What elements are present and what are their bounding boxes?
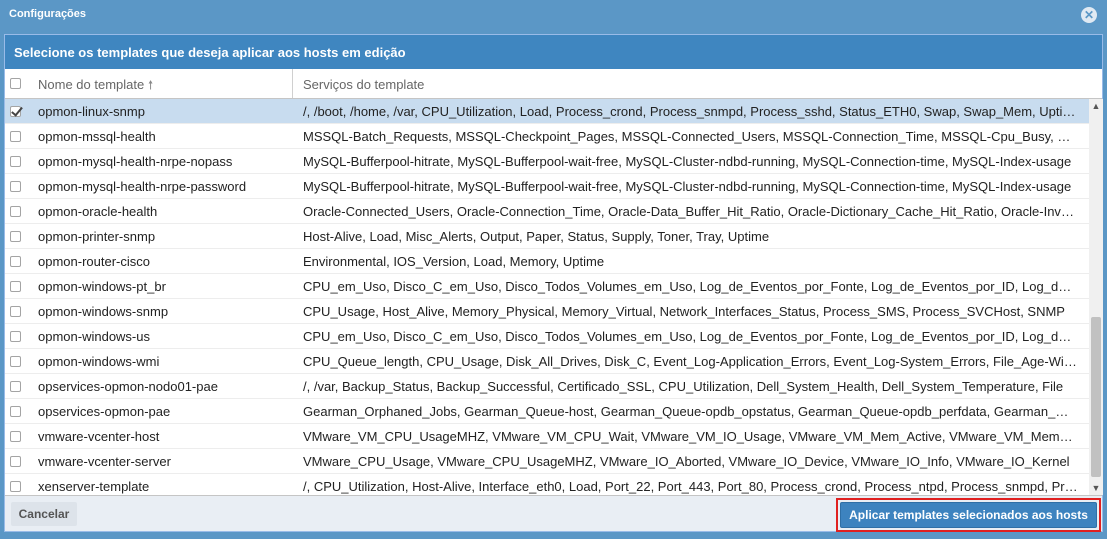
template-name: vmware-vcenter-host (38, 429, 160, 444)
row-checkbox[interactable] (10, 206, 21, 217)
template-name: opmon-windows-pt_br (38, 279, 166, 294)
settings-window: Configurações ✕ Selecione os templates q… (0, 0, 1107, 539)
window-titlebar: Configurações ✕ (0, 0, 1107, 30)
template-services: CPU_Queue_length, CPU_Usage, Disk_All_Dr… (303, 354, 1078, 369)
row-checkbox[interactable] (10, 456, 21, 467)
template-services: CPU_em_Uso, Disco_C_em_Uso, Disco_Todos_… (303, 329, 1078, 344)
template-name: opmon-router-cisco (38, 254, 150, 269)
template-name: opmon-linux-snmp (38, 104, 145, 119)
row-checkbox[interactable] (10, 106, 21, 117)
template-services: Oracle-Connected_Users, Oracle-Connectio… (303, 204, 1078, 219)
template-name: opservices-opmon-pae (38, 404, 171, 419)
table-row[interactable]: opmon-windows-us CPU_em_Uso, Disco_C_em_U… (5, 324, 1089, 349)
table-row[interactable]: opmon-mssql-health MSSQL-Batch_Requests, … (5, 124, 1089, 149)
template-services: MySQL-Bufferpool-hitrate, MySQL-Bufferpo… (303, 179, 1072, 194)
row-checkbox[interactable] (10, 406, 21, 417)
template-name: vmware-vcenter-server (38, 454, 171, 469)
dialog-footer: Cancelar Aplicar templates selecionados … (5, 495, 1102, 532)
template-name: opmon-oracle-health (38, 204, 158, 219)
template-name: xenserver-template (38, 479, 150, 494)
row-checkbox[interactable] (10, 331, 21, 342)
template-services: /, /var, Backup_Status, Backup_Successfu… (303, 379, 1064, 394)
template-services: Gearman_Orphaned_Jobs, Gearman_Queue-hos… (303, 404, 1078, 419)
template-name: opmon-windows-snmp (38, 304, 169, 319)
vertical-scrollbar[interactable]: ▲ ▼ (1089, 99, 1103, 495)
template-services: MySQL-Bufferpool-hitrate, MySQL-Bufferpo… (303, 154, 1072, 169)
apply-templates-button[interactable]: Aplicar templates selecionados aos hosts (840, 502, 1097, 528)
table-row[interactable]: opmon-mysql-health-nrpe-password MySQL-Bu… (5, 174, 1089, 199)
close-icon[interactable]: ✕ (1081, 7, 1097, 23)
table-row[interactable]: opmon-windows-pt_br CPU_em_Uso, Disco_C_e… (5, 274, 1089, 299)
table-row[interactable]: opservices-opmon-pae Gearman_Orphaned_Job… (5, 399, 1089, 424)
table-row[interactable]: opmon-windows-wmi CPU_Queue_length, CPU_U… (5, 349, 1089, 374)
scroll-up-icon[interactable]: ▲ (1089, 99, 1103, 113)
template-services: CPU_Usage, Host_Alive, Memory_Physical, … (303, 304, 1065, 319)
row-checkbox[interactable] (10, 381, 21, 392)
column-header-name[interactable]: Nome do template (38, 77, 144, 92)
template-services: VMware_VM_CPU_UsageMHZ, VMware_VM_CPU_Wa… (303, 429, 1078, 444)
panel-header: Selecione os templates que deseja aplica… (5, 35, 1102, 69)
panel-header-text: Selecione os templates que deseja aplica… (14, 45, 406, 60)
table-row[interactable]: opmon-oracle-health Oracle-Connected_User… (5, 199, 1089, 224)
template-services: /, /boot, /home, /var, CPU_Utilization, … (303, 104, 1078, 119)
row-checkbox[interactable] (10, 281, 21, 292)
template-name: opmon-windows-us (38, 329, 150, 344)
window-title: Configurações (9, 8, 87, 20)
template-services: CPU_em_Uso, Disco_C_em_Uso, Disco_Todos_… (303, 279, 1078, 294)
template-services: VMware_CPU_Usage, VMware_CPU_UsageMHZ, V… (303, 454, 1070, 469)
template-services: Environmental, IOS_Version, Load, Memory… (303, 254, 605, 269)
row-checkbox[interactable] (10, 181, 21, 192)
select-all-checkbox[interactable] (10, 78, 21, 89)
template-services: Host-Alive, Load, Misc_Alerts, Output, P… (303, 229, 770, 244)
row-checkbox[interactable] (10, 431, 21, 442)
template-grid-body: opmon-linux-snmp /, /boot, /home, /var, C… (5, 99, 1089, 495)
row-checkbox[interactable] (10, 356, 21, 367)
row-checkbox[interactable] (10, 256, 21, 267)
row-checkbox[interactable] (10, 306, 21, 317)
template-name: opmon-printer-snmp (38, 229, 156, 244)
table-row[interactable]: opservices-opmon-nodo01-pae /, /var, Back… (5, 374, 1089, 399)
table-row[interactable]: opmon-mysql-health-nrpe-nopass MySQL-Buff… (5, 149, 1089, 174)
table-row[interactable]: opmon-router-cisco Environmental, IOS_Ver… (5, 249, 1089, 274)
table-row[interactable]: opmon-linux-snmp /, /boot, /home, /var, C… (5, 99, 1089, 124)
row-checkbox[interactable] (10, 231, 21, 242)
table-row[interactable]: opmon-printer-snmp Host-Alive, Load, Misc… (5, 224, 1089, 249)
row-checkbox[interactable] (10, 156, 21, 167)
template-panel: Selecione os templates que deseja aplica… (4, 34, 1103, 532)
template-services: MSSQL-Batch_Requests, MSSQL-Checkpoint_P… (303, 129, 1078, 144)
table-row[interactable]: xenserver-template /, CPU_Utilization, Ho… (5, 474, 1089, 495)
column-header-services[interactable]: Serviços do template (303, 77, 424, 92)
template-services: /, CPU_Utilization, Host-Alive, Interfac… (303, 479, 1078, 494)
scroll-thumb[interactable] (1091, 317, 1101, 477)
scroll-down-icon[interactable]: ▼ (1089, 481, 1103, 495)
column-divider[interactable] (292, 69, 293, 98)
template-name: opservices-opmon-nodo01-pae (38, 379, 218, 394)
template-name: opmon-windows-wmi (38, 354, 160, 369)
row-checkbox[interactable] (10, 131, 21, 142)
table-row[interactable]: vmware-vcenter-host VMware_VM_CPU_UsageMH… (5, 424, 1089, 449)
sort-ascending-icon[interactable]: 🠕 (148, 76, 153, 97)
template-name: opmon-mssql-health (38, 129, 156, 144)
table-row[interactable]: vmware-vcenter-server VMware_CPU_Usage, V… (5, 449, 1089, 474)
template-name: opmon-mysql-health-nrpe-password (38, 179, 247, 194)
template-name: opmon-mysql-health-nrpe-nopass (38, 154, 233, 169)
grid-header: Nome do template 🠕 Serviços do template (5, 69, 1102, 99)
table-row[interactable]: opmon-windows-snmp CPU_Usage, Host_Alive,… (5, 299, 1089, 324)
cancel-button[interactable]: Cancelar (11, 502, 77, 526)
row-checkbox[interactable] (10, 481, 21, 492)
